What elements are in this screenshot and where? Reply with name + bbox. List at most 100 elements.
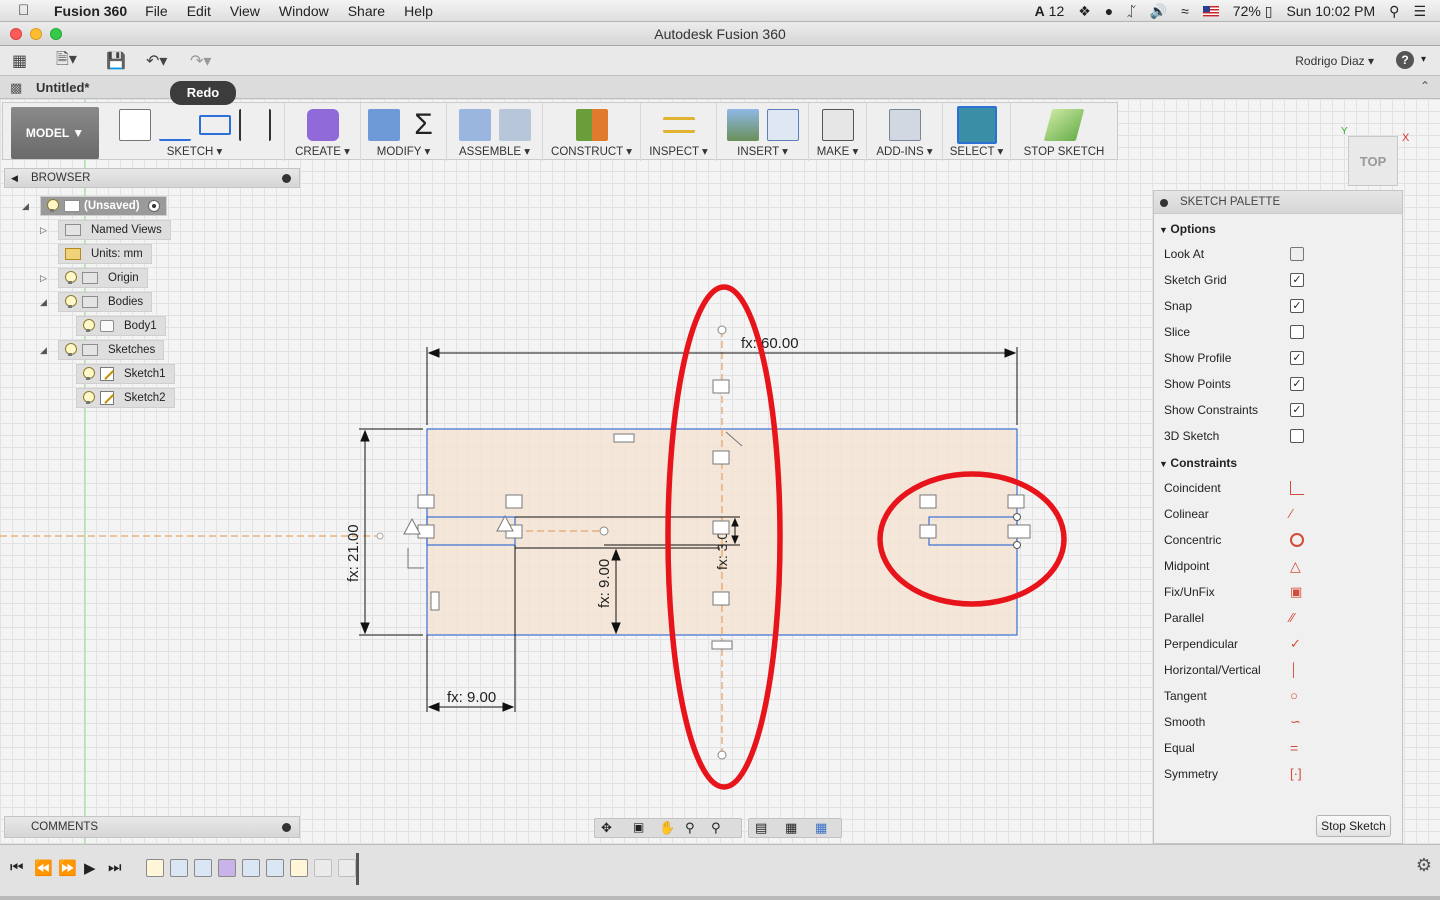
tree-sketches[interactable]: Sketches [58,340,165,360]
input-source-flag-icon[interactable] [1202,5,1219,17]
expand-root-icon[interactable]: ◢ [22,201,29,212]
activate-radio-icon[interactable] [147,200,160,212]
vertical-constraint-glyph[interactable] [430,591,440,611]
option-show-profile[interactable]: Show Profile ✓ [1164,345,1400,371]
zoom-icon[interactable]: ⚲ [685,820,695,836]
constraint-glyph[interactable] [919,494,937,509]
browser-panel-header[interactable]: ◀ BROWSER [4,168,300,188]
select-menu-label[interactable]: SELECT ▾ [943,144,1010,158]
perpendicular-icon[interactable]: ✓ [1290,637,1304,651]
constraint-horizontal-vertical[interactable]: Horizontal/Vertical │ [1164,657,1400,683]
insert-menu-label[interactable]: INSERT ▾ [717,144,808,158]
concentric-icon[interactable] [1290,533,1304,547]
constraint-glyph[interactable] [712,379,730,394]
assemble-group[interactable]: ASSEMBLE ▾ [447,103,543,161]
collapse-sketches-icon[interactable]: ◢ [40,345,47,356]
press-pull-icon[interactable] [367,109,400,141]
constraint-glyph[interactable] [505,494,523,509]
inspect-group[interactable]: INSPECT ▾ [641,103,717,161]
sketch-point[interactable] [1013,513,1021,521]
timeline-play-icon[interactable]: ▶ [84,859,96,877]
sketch-group[interactable]: SKETCH ▾ [105,103,285,161]
sigma-icon[interactable]: Σ [408,109,440,141]
create-menu-label[interactable]: CREATE ▾ [285,144,360,158]
make-group[interactable]: MAKE ▾ [809,103,867,161]
comments-panel-header[interactable]: COMMENTS [4,816,300,838]
tree-sketch2[interactable]: Sketch2 [76,388,175,408]
option-show-constraints[interactable]: Show Constraints ✓ [1164,397,1400,423]
constraint-parallel[interactable]: Parallel ∕∕ [1164,605,1400,631]
constraint-glyph[interactable] [1007,494,1025,509]
sketch-point[interactable] [717,325,727,335]
create-sketch-icon[interactable] [118,109,151,141]
sketch-point[interactable] [1013,541,1021,549]
timeline-combine-item[interactable] [266,859,284,877]
insert-image-icon[interactable] [726,109,759,141]
bottom-dimension-text[interactable]: fx: 9.00 [447,689,496,706]
data-panel-grid-icon[interactable]: ▦ [12,50,27,72]
constraint-coincident[interactable]: Coincident [1164,475,1400,501]
sketch-dimension-icon[interactable] [238,109,271,141]
option-snap[interactable]: Snap ✓ [1164,293,1400,319]
redo-icon[interactable]: ↷▾ [190,50,211,72]
constraint-colinear[interactable]: Colinear ∕ [1164,501,1400,527]
sketch-menu-label[interactable]: SKETCH ▾ [105,144,284,158]
colinear-icon[interactable]: ∕ [1290,507,1304,521]
view-cube[interactable]: TOP [1348,136,1398,186]
visibility-bulb-icon[interactable] [64,295,77,309]
tree-bodies[interactable]: Bodies [58,292,153,312]
gear-icon[interactable]: ⚙ [1416,855,1432,876]
sketch-point[interactable] [717,750,727,760]
menu-help[interactable]: Help [404,3,433,19]
panel-pin-icon[interactable] [282,174,291,183]
constraint-perpendicular[interactable]: Perpendicular ✓ [1164,631,1400,657]
constraint-concentric[interactable]: Concentric [1164,527,1400,553]
timeline-extrude-item[interactable] [194,859,212,877]
collapse-triangle-icon[interactable]: ◀ [11,173,18,184]
new-component-icon[interactable] [458,109,491,141]
show-constraints-checkbox[interactable]: ✓ [1290,403,1304,417]
constraint-glyph[interactable] [919,524,937,539]
show-points-checkbox[interactable]: ✓ [1290,377,1304,391]
parallel-icon[interactable]: ∕∕ [1290,611,1304,625]
cloud-icon[interactable]: ● [1105,3,1113,19]
modify-menu-label[interactable]: MODIFY ▾ [361,144,446,158]
3d-print-icon[interactable] [821,109,854,141]
visibility-bulb-icon[interactable] [82,319,95,333]
menu-view[interactable]: View [230,3,260,19]
constraint-midpoint[interactable]: Midpoint △ [1164,553,1400,579]
zoom-window-button[interactable] [50,28,62,40]
option-look-at[interactable]: Look At [1164,241,1400,267]
visibility-bulb-icon[interactable] [64,271,77,285]
constraint-glyph[interactable] [712,520,730,535]
tree-root[interactable]: (Unsaved) [40,196,167,216]
file-menu-icon[interactable]: 🗎▾ [56,50,77,72]
constraint-glyph[interactable] [417,524,435,539]
construct-group[interactable]: CONSTRUCT ▾ [543,103,641,161]
select-cursor-icon[interactable] [956,106,997,144]
apple-menu-icon[interactable]:  [18,2,40,19]
palette-pin-icon[interactable] [1160,199,1168,207]
addins-group[interactable]: ADD-INS ▾ [867,103,943,161]
undo-icon[interactable]: ↶▾ [146,50,167,72]
minimize-window-button[interactable] [30,28,42,40]
expand-named-views-icon[interactable]: ▷ [40,225,47,236]
sketch-point[interactable] [599,526,609,536]
tree-body1[interactable]: Body1 [76,316,166,336]
app-menu[interactable]: Fusion 360 [54,3,127,19]
create-form-icon[interactable] [306,109,339,141]
width-dimension-text[interactable]: fx: 60.00 [741,335,799,352]
timeline-sketch-item[interactable] [146,859,164,877]
timeline-suppressed-item[interactable] [338,859,356,877]
tree-named-views[interactable]: Named Views [58,220,171,240]
spotlight-search-icon[interactable]: ⚲ [1389,3,1399,20]
3d-sketch-checkbox[interactable] [1290,429,1304,443]
tree-sketch1[interactable]: Sketch1 [76,364,175,384]
save-icon[interactable]: 💾 [106,50,126,72]
timeline-marker[interactable] [356,853,359,885]
spline-icon[interactable] [158,109,191,141]
stop-sketch-group[interactable]: STOP SKETCH [1011,103,1117,161]
panel-pin-icon[interactable] [282,823,291,832]
constraints-section-header[interactable]: Constraints [1159,456,1237,470]
look-at-nav-icon[interactable]: ▣ [633,820,644,834]
